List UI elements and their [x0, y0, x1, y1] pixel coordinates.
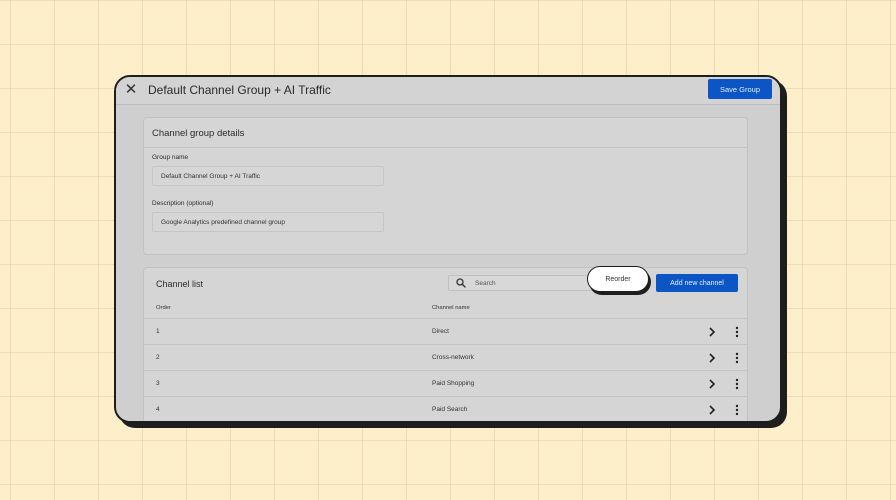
search-input[interactable]: Search: [448, 275, 598, 291]
add-new-channel-button[interactable]: Add new channel: [656, 274, 738, 292]
channel-group-details-card: Channel group details Group name Default…: [143, 117, 748, 255]
more-vert-icon[interactable]: [734, 326, 740, 338]
more-vert-icon[interactable]: [734, 378, 740, 390]
description-label: Description (optional): [152, 200, 214, 207]
search-placeholder: Search: [475, 280, 496, 287]
row-order: 4: [156, 406, 160, 413]
save-group-button[interactable]: Save Group: [708, 79, 772, 99]
top-bar: ✕ Default Channel Group + AI Traffic Sav…: [116, 77, 780, 105]
chevron-right-icon[interactable]: [708, 405, 716, 415]
more-vert-icon[interactable]: [734, 404, 740, 416]
more-vert-icon[interactable]: [734, 352, 740, 364]
channel-list-title: Channel list: [156, 279, 204, 289]
close-icon[interactable]: ✕: [124, 82, 138, 97]
row-channel-name: Direct: [432, 328, 449, 335]
table-row[interactable]: 1 Direct: [144, 318, 747, 344]
details-title: Channel group details: [152, 128, 245, 139]
channel-list-card: Channel list Search Reorder Add new chan…: [143, 266, 748, 421]
row-channel-name: Paid Shopping: [432, 380, 475, 387]
row-order: 2: [156, 354, 160, 361]
column-header-order: Order: [156, 305, 171, 311]
reorder-button[interactable]: Reorder: [587, 266, 649, 292]
chevron-right-icon[interactable]: [708, 353, 716, 363]
channel-group-editor: ✕ Default Channel Group + AI Traffic Sav…: [114, 75, 782, 423]
description-input[interactable]: Google Analytics predefined channel grou…: [152, 212, 384, 232]
table-row[interactable]: 2 Cross-network: [144, 344, 747, 370]
row-channel-name: Paid Search: [432, 406, 468, 413]
row-order: 3: [156, 380, 160, 387]
column-header-channel-name: Channel name: [432, 305, 470, 311]
row-order: 1: [156, 328, 160, 335]
table-row[interactable]: 3 Paid Shopping: [144, 370, 747, 396]
page-title: Default Channel Group + AI Traffic: [148, 83, 331, 97]
chevron-right-icon[interactable]: [708, 327, 716, 337]
group-name-input[interactable]: Default Channel Group + AI Traffic: [152, 166, 384, 186]
group-name-label: Group name: [152, 154, 189, 161]
group-name-value: Default Channel Group + AI Traffic: [161, 173, 261, 180]
chevron-right-icon[interactable]: [708, 379, 716, 389]
row-channel-name: Cross-network: [432, 354, 474, 361]
description-value: Google Analytics predefined channel grou…: [161, 219, 285, 226]
table-row[interactable]: 4 Paid Search: [144, 396, 747, 421]
search-icon: [456, 278, 466, 288]
divider: [144, 147, 747, 148]
